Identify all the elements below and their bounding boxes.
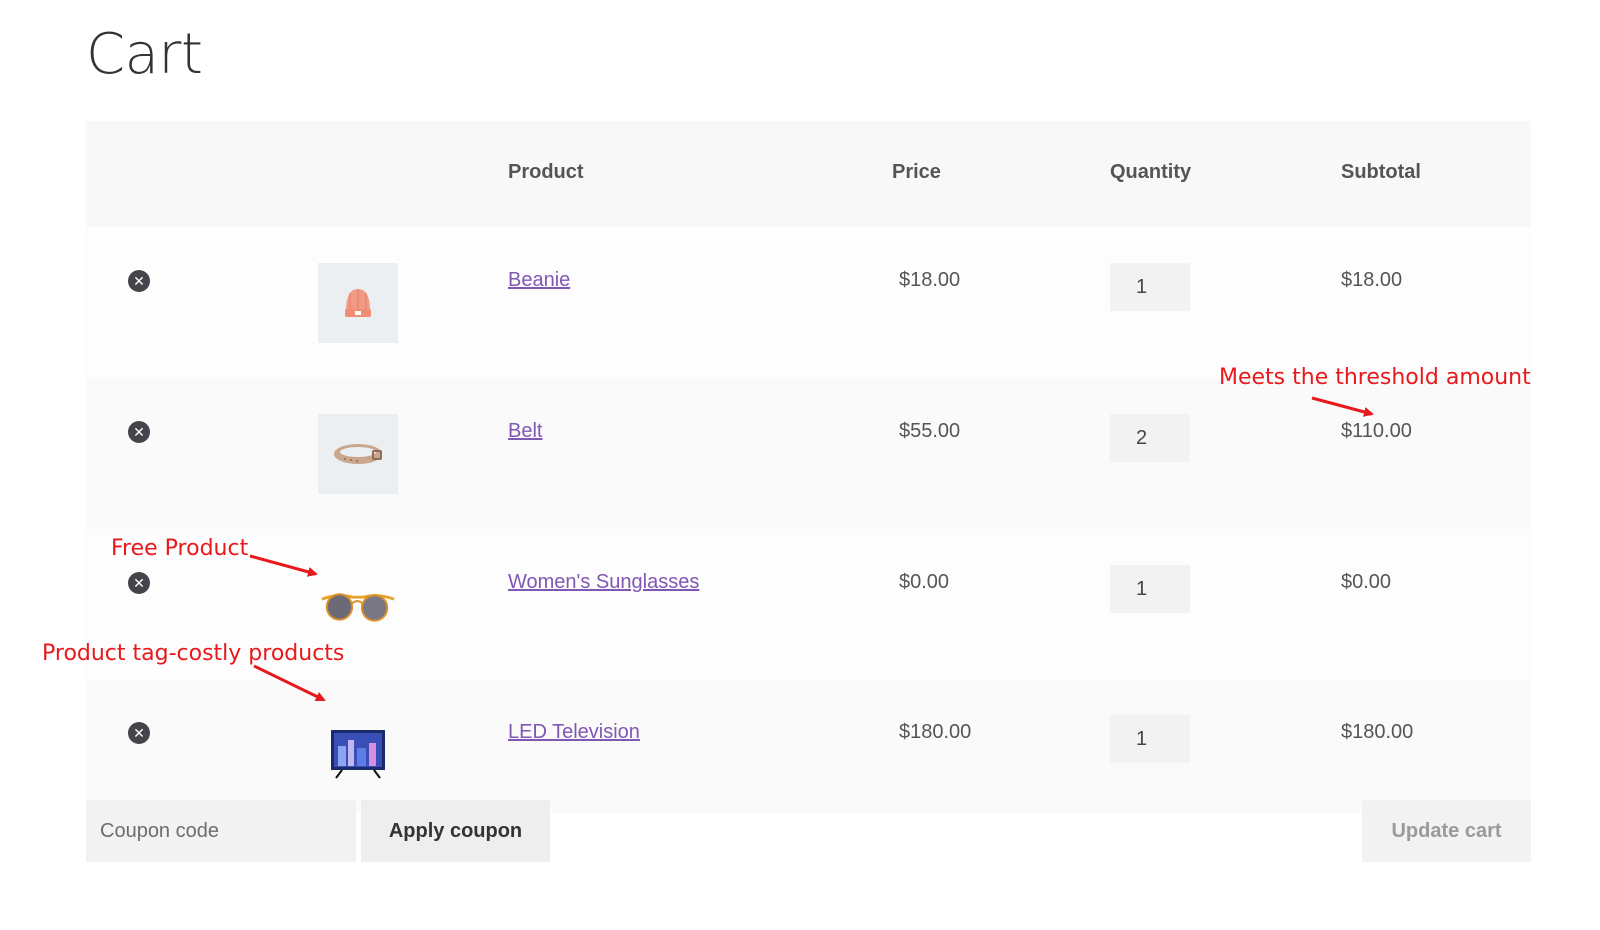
annotation-threshold: Meets the threshold amount bbox=[1219, 365, 1531, 390]
cart-table: Product Price Quantity Subtotal ✕ Beanie… bbox=[86, 121, 1531, 813]
product-link-led-television[interactable]: LED Television bbox=[508, 721, 640, 744]
price-beanie: $18.00 bbox=[899, 269, 961, 291]
remove-item-icon[interactable]: ✕ bbox=[128, 270, 150, 292]
product-link-beanie[interactable]: Beanie bbox=[508, 269, 570, 292]
header-price: Price bbox=[892, 161, 941, 183]
subtotal-belt: $110.00 bbox=[1341, 420, 1412, 442]
quantity-input-sunglasses[interactable] bbox=[1110, 565, 1190, 613]
remove-item-icon[interactable]: ✕ bbox=[128, 572, 150, 594]
cart-row-beanie: ✕ Beanie $18.00 $18.00 bbox=[86, 227, 1531, 378]
cart-table-header: Product Price Quantity Subtotal bbox=[86, 121, 1531, 227]
belt-icon[interactable] bbox=[318, 414, 398, 494]
subtotal-beanie: $18.00 bbox=[1341, 269, 1403, 291]
header-quantity: Quantity bbox=[1110, 161, 1192, 183]
header-product: Product bbox=[508, 161, 584, 183]
header-subtotal: Subtotal bbox=[1341, 161, 1421, 183]
coupon-code-input[interactable] bbox=[86, 800, 356, 862]
remove-item-icon[interactable]: ✕ bbox=[128, 421, 150, 443]
price-led-television: $180.00 bbox=[899, 721, 972, 743]
cart-page: Cart Product Price Quantity Subtotal ✕ B… bbox=[0, 0, 1600, 930]
subtotal-led-television: $180.00 bbox=[1341, 721, 1414, 743]
annotation-product-tag: Product tag-costly products bbox=[42, 641, 345, 666]
quantity-input-led-television[interactable] bbox=[1110, 715, 1190, 763]
cart-row-led-television: ✕ LED Television $180.00 $180.00 bbox=[86, 680, 1531, 813]
beanie-icon[interactable] bbox=[318, 263, 398, 343]
sunglasses-icon[interactable] bbox=[318, 565, 398, 645]
product-link-belt[interactable]: Belt bbox=[508, 420, 542, 443]
update-cart-button[interactable]: Update cart bbox=[1362, 800, 1531, 862]
cart-row-belt: ✕ Belt $55.00 $110.00 bbox=[86, 378, 1531, 529]
product-link-sunglasses[interactable]: Women's Sunglasses bbox=[508, 571, 699, 594]
price-sunglasses: $0.00 bbox=[899, 571, 950, 593]
television-icon[interactable] bbox=[318, 714, 398, 794]
apply-coupon-button[interactable]: Apply coupon bbox=[361, 800, 550, 862]
annotation-free-product: Free Product bbox=[111, 536, 249, 561]
quantity-input-beanie[interactable] bbox=[1110, 263, 1190, 311]
subtotal-sunglasses: $0.00 bbox=[1341, 571, 1392, 593]
remove-item-icon[interactable]: ✕ bbox=[128, 722, 150, 744]
quantity-input-belt[interactable] bbox=[1110, 414, 1190, 462]
page-title: Cart bbox=[86, 22, 203, 87]
price-belt: $55.00 bbox=[899, 420, 961, 442]
